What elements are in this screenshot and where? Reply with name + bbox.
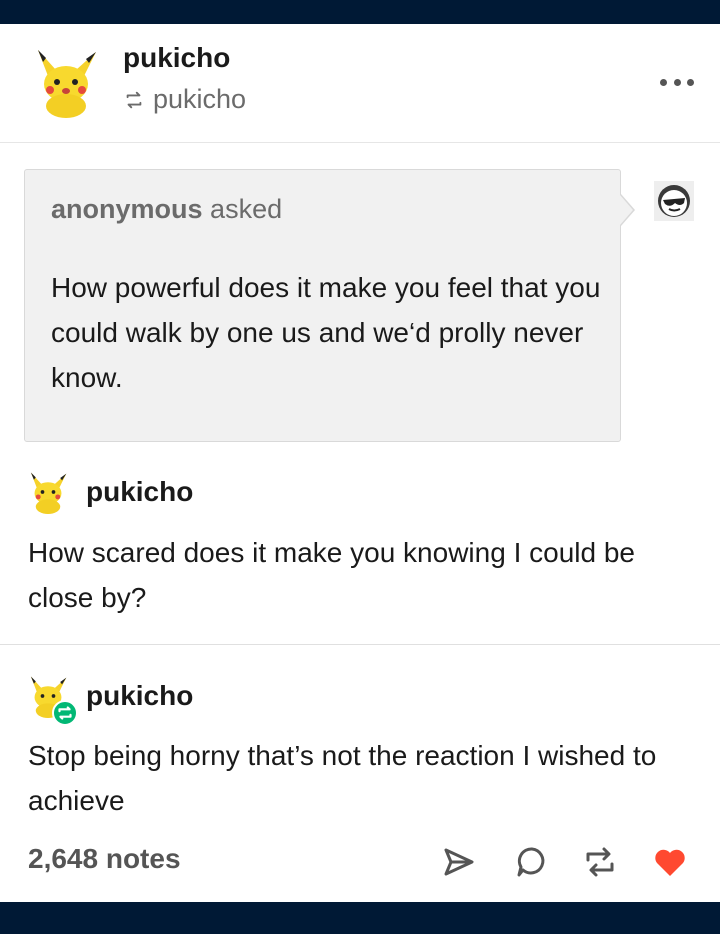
reblog-text: Stop being horny that’s not the reaction… [28, 740, 657, 816]
reblog-avatar[interactable] [28, 674, 78, 726]
ask-box: anonymous asked How powerful does it mak… [24, 169, 621, 442]
reblog-icon [126, 91, 142, 108]
asked-label: asked [210, 194, 283, 224]
reply-icon[interactable] [514, 844, 550, 880]
post-actions [440, 840, 694, 884]
divider [0, 644, 720, 645]
reblog-author: pukicho [28, 673, 193, 726]
blog-avatar[interactable] [34, 46, 98, 118]
anonymous-avatar [654, 181, 694, 221]
more-icon[interactable] [660, 72, 694, 92]
asker-name[interactable]: anonymous [51, 194, 203, 224]
bottom-bar [0, 902, 720, 934]
share-icon[interactable] [440, 844, 476, 880]
reblog-icon[interactable] [582, 844, 618, 880]
heart-icon[interactable] [652, 844, 688, 880]
answer-author: pukicho [28, 470, 193, 514]
reblog-author-name[interactable]: pukicho [86, 680, 193, 712]
top-bar [0, 0, 720, 24]
reblogged-from[interactable]: pukicho [123, 84, 246, 115]
ask-tail-fill [620, 195, 633, 225]
reblog-badge-icon [52, 700, 78, 726]
reblogged-from-name: pukicho [153, 84, 247, 114]
answer-text: How scared does it make you knowing I co… [28, 537, 635, 613]
answer-avatar[interactable] [28, 470, 68, 514]
notes-count[interactable]: 2,648 notes [28, 843, 181, 875]
ask-question: How powerful does it make you feel that … [51, 272, 601, 393]
post-header: pukicho pukicho [0, 24, 720, 143]
answer-author-name[interactable]: pukicho [86, 476, 193, 508]
asker-line: anonymous asked [51, 194, 282, 225]
blog-name[interactable]: pukicho [123, 42, 230, 74]
